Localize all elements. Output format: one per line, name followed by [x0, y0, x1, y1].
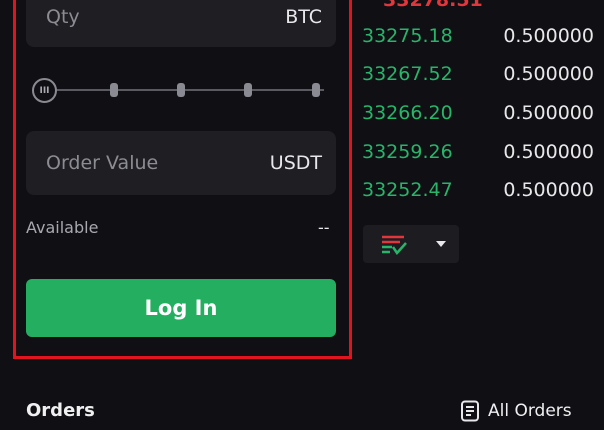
bid-price: 33252.47 [362, 179, 453, 201]
slider-tick[interactable] [110, 83, 118, 97]
bid-qty: 0.500000 [503, 102, 594, 124]
qty-input[interactable]: Qty BTC [26, 0, 336, 47]
available-label: Available [26, 218, 99, 237]
qty-unit: BTC [285, 5, 322, 28]
available-value: -- [318, 218, 330, 237]
slider-tick[interactable] [244, 83, 252, 97]
bid-row[interactable]: 33266.20 0.500000 [362, 102, 594, 126]
orders-title: Orders [26, 400, 95, 421]
bid-row[interactable]: 33267.52 0.500000 [362, 63, 594, 87]
depth-view-dropdown[interactable] [363, 225, 459, 263]
bid-price: 33259.26 [362, 141, 453, 163]
ask-price: 33278.51 [383, 0, 483, 11]
slider-tick[interactable] [177, 83, 185, 97]
bid-qty: 0.500000 [503, 25, 594, 47]
qty-slider[interactable]: III [32, 75, 324, 105]
all-orders-label: All Orders [488, 401, 572, 421]
chevron-down-icon [436, 241, 446, 247]
bid-row[interactable]: 33275.18 0.500000 [362, 25, 594, 49]
bid-price: 33275.18 [362, 25, 453, 47]
log-in-button[interactable]: Log In [26, 279, 336, 337]
qty-label: Qty [46, 5, 80, 28]
order-value-label: Order Value [46, 152, 159, 174]
bid-row[interactable]: 33252.47 0.500000 [362, 179, 594, 203]
bid-price: 33267.52 [362, 63, 453, 85]
order-value-input[interactable]: Order Value USDT [26, 131, 336, 195]
all-orders-link[interactable]: All Orders [460, 400, 572, 422]
bid-price: 33266.20 [362, 102, 453, 124]
slider-thumb[interactable]: III [32, 78, 57, 103]
document-list-icon [461, 400, 479, 422]
order-value-unit: USDT [269, 152, 322, 174]
bid-row[interactable]: 33259.26 0.500000 [362, 141, 594, 165]
slider-tick[interactable] [312, 83, 320, 97]
depth-view-icon [382, 235, 407, 256]
bid-qty: 0.500000 [503, 63, 594, 85]
bid-qty: 0.500000 [503, 141, 594, 163]
bid-qty: 0.500000 [503, 179, 594, 201]
